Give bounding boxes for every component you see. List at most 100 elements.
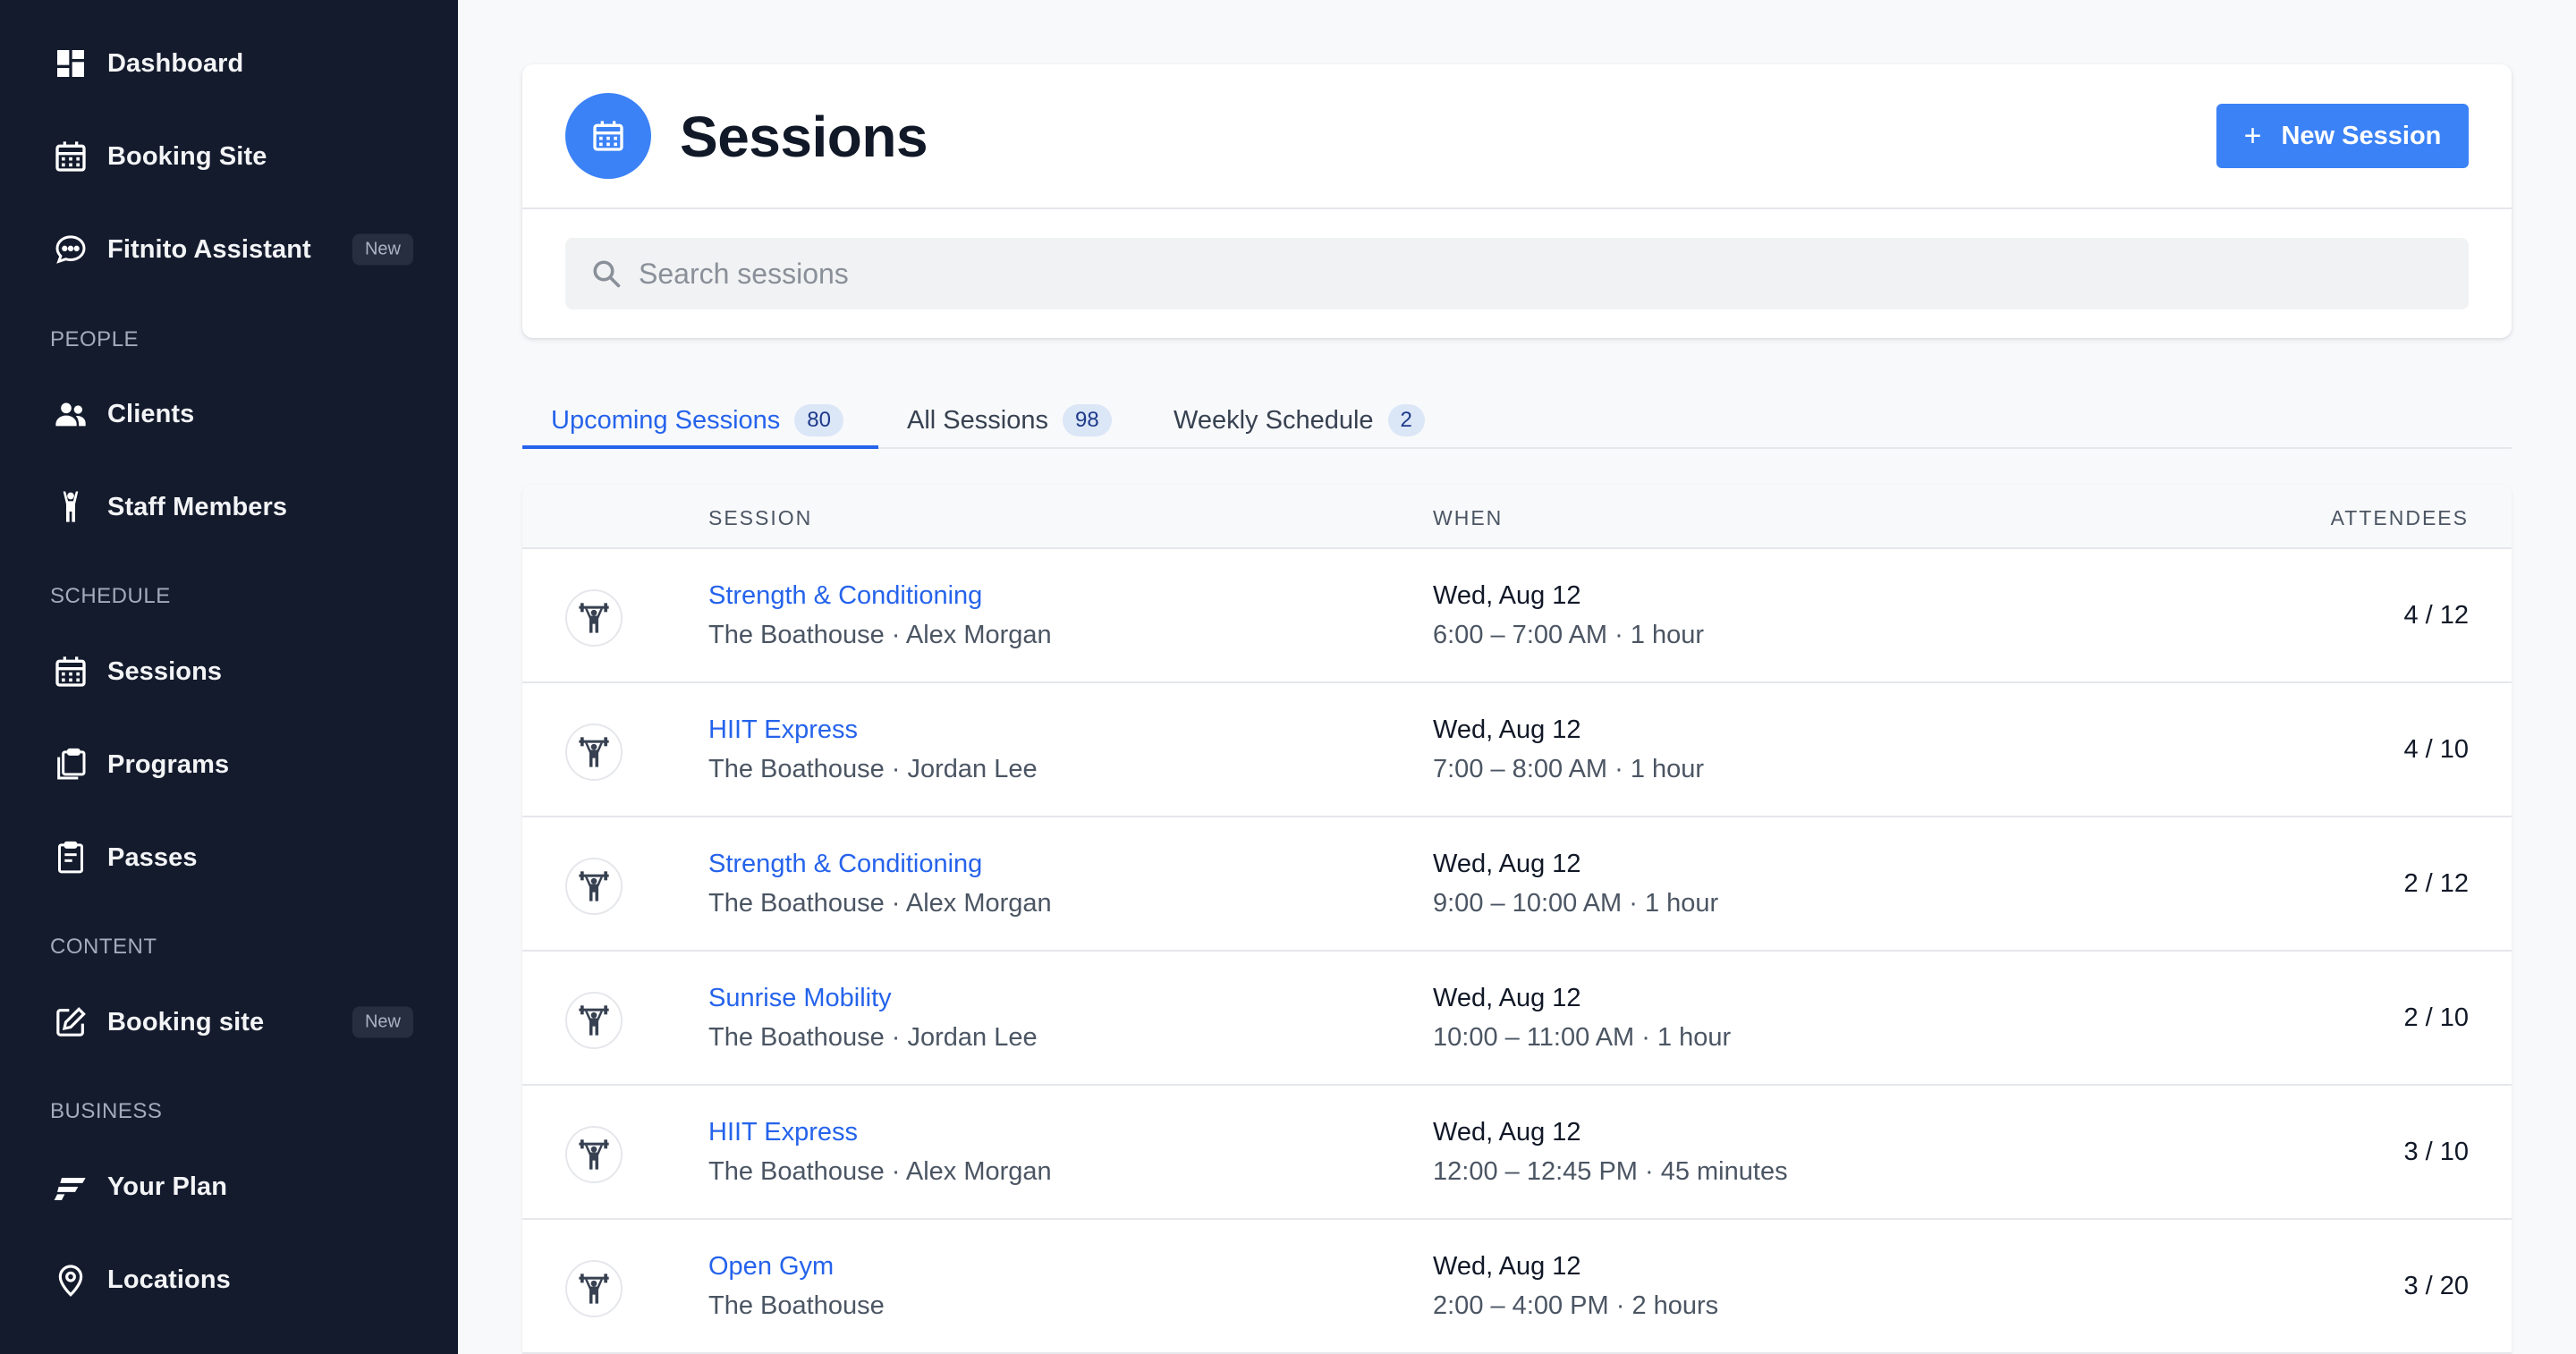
sidebar-item-programs[interactable]: Programs [52, 738, 410, 791]
weightlifter-icon [565, 992, 623, 1049]
sessions-header-card: Sessions + New Session [522, 64, 2512, 338]
search-input[interactable] [639, 257, 2338, 291]
plus-icon: + [2243, 118, 2262, 153]
sidebar-item-sessions[interactable]: Sessions [52, 645, 410, 698]
search-icon [593, 260, 621, 288]
section-title-business: BUSINESS [50, 1099, 163, 1123]
session-attendees: 4 / 10 [2403, 735, 2469, 764]
session-name-link[interactable]: HIIT Express [708, 1118, 858, 1147]
tab-upcoming-sessions[interactable]: Upcoming Sessions 80 [551, 394, 843, 447]
edit-icon [52, 1003, 89, 1041]
sidebar-item-label: Dashboard [107, 48, 244, 78]
column-header-attendees: ATTENDEES [2330, 506, 2469, 529]
session-name-link[interactable]: Sunrise Mobility [708, 984, 892, 1013]
sessions-table: SESSION WHEN ATTENDEES Strength & Condit… [522, 485, 2512, 1354]
session-name-link[interactable]: Strength & Conditioning [708, 581, 982, 611]
clipboard-icon [52, 839, 89, 876]
divider [522, 207, 2512, 209]
table-row[interactable]: Sunrise Mobility The Boathouse · Jordan … [522, 952, 2512, 1086]
session-date: Wed, Aug 12 [1433, 1118, 1581, 1147]
page-title: Sessions [680, 105, 928, 169]
sidebar-item-locations[interactable]: Locations [52, 1253, 410, 1307]
sidebar: Dashboard Booking Site Fitnito Assistant… [0, 0, 458, 1354]
sidebar-item-fitnito-assistant[interactable]: Fitnito Assistant New [52, 223, 413, 276]
table-header: SESSION WHEN ATTENDEES [522, 485, 2512, 549]
session-date: Wed, Aug 12 [1433, 581, 1581, 610]
sidebar-item-label: Passes [107, 842, 198, 872]
session-date: Wed, Aug 12 [1433, 715, 1581, 744]
sidebar-item-staff-members[interactable]: Staff Members [52, 480, 410, 534]
session-attendees: 3 / 20 [2403, 1272, 2469, 1300]
session-location-staff: The Boathouse · Alex Morgan [708, 1157, 1052, 1186]
table-row[interactable]: HIIT Express The Boathouse · Jordan Lee … [522, 683, 2512, 817]
session-name-link[interactable]: HIIT Express [708, 715, 858, 745]
clipboard-stack-icon [52, 746, 89, 783]
sidebar-item-label: Booking site [107, 1007, 265, 1037]
tab-count: 80 [794, 404, 843, 436]
session-date: Wed, Aug 12 [1433, 984, 1581, 1012]
sidebar-item-clients[interactable]: Clients [52, 387, 410, 441]
session-location-staff: The Boathouse · Alex Morgan [708, 889, 1052, 918]
session-attendees: 2 / 10 [2403, 1003, 2469, 1032]
sidebar-item-label: Sessions [107, 656, 223, 686]
new-session-label: New Session [2281, 121, 2442, 150]
sidebar-item-label: Clients [107, 399, 195, 428]
fitnito-logo-icon [52, 1168, 89, 1206]
session-time: 7:00 – 8:00 AM · 1 hour [1433, 755, 1705, 783]
sidebar-item-label: Booking Site [107, 141, 267, 171]
sidebar-item-booking-site[interactable]: Booking Site [52, 130, 410, 183]
active-tab-indicator [522, 445, 878, 449]
session-attendees: 4 / 12 [2403, 601, 2469, 630]
session-name-link[interactable]: Open Gym [708, 1252, 834, 1282]
tab-label: All Sessions [907, 405, 1048, 435]
sidebar-item-your-plan[interactable]: Your Plan [52, 1160, 410, 1214]
session-date: Wed, Aug 12 [1433, 1252, 1581, 1281]
dashboard-icon [52, 45, 89, 82]
sidebar-item-passes[interactable]: Passes [52, 831, 410, 884]
sidebar-item-label: Your Plan [107, 1172, 228, 1201]
sidebar-item-label: Programs [107, 749, 230, 779]
chat-bubble-icon [52, 231, 89, 268]
weightlifter-icon [565, 1126, 623, 1183]
session-name-link[interactable]: Strength & Conditioning [708, 850, 982, 879]
table-row[interactable]: Strength & Conditioning The Boathouse · … [522, 549, 2512, 683]
column-header-session: SESSION [708, 506, 813, 529]
session-attendees: 3 / 10 [2403, 1138, 2469, 1166]
session-time: 6:00 – 7:00 AM · 1 hour [1433, 621, 1705, 649]
new-badge: New [352, 1006, 413, 1038]
column-header-when: WHEN [1433, 506, 1504, 529]
sidebar-item-booking-site-content[interactable]: Booking site New [52, 995, 413, 1049]
search-bar[interactable] [565, 238, 2469, 309]
map-pin-icon [52, 1261, 89, 1299]
session-time: 2:00 – 4:00 PM · 2 hours [1433, 1291, 1719, 1320]
new-badge: New [352, 233, 413, 266]
table-row[interactable]: HIIT Express The Boathouse · Alex Morgan… [522, 1086, 2512, 1220]
session-date: Wed, Aug 12 [1433, 850, 1581, 878]
section-title-content: CONTENT [50, 935, 157, 959]
weightlifter-icon [565, 858, 623, 915]
weightlifter-icon [565, 1260, 623, 1317]
table-row[interactable]: Open Gym The Boathouse Wed, Aug 12 2:00 … [522, 1220, 2512, 1354]
tab-count: 2 [1387, 404, 1425, 436]
tab-label: Upcoming Sessions [551, 405, 781, 435]
person-arms-up-icon [52, 488, 89, 526]
tab-count: 98 [1062, 404, 1112, 436]
weightlifter-icon [565, 724, 623, 781]
calendar-icon [52, 653, 89, 690]
sidebar-item-dashboard[interactable]: Dashboard [52, 37, 410, 90]
new-session-button[interactable]: + New Session [2216, 104, 2469, 168]
tab-label: Weekly Schedule [1174, 405, 1374, 435]
section-title-schedule: SCHEDULE [50, 584, 171, 608]
session-time: 12:00 – 12:45 PM · 45 minutes [1433, 1157, 1788, 1186]
sidebar-item-label: Locations [107, 1265, 231, 1294]
tab-all-sessions[interactable]: All Sessions 98 [907, 394, 1112, 447]
session-location-staff: The Boathouse [708, 1291, 885, 1320]
table-row[interactable]: Strength & Conditioning The Boathouse · … [522, 817, 2512, 952]
calendar-icon [565, 93, 651, 179]
tab-weekly-schedule[interactable]: Weekly Schedule 2 [1174, 394, 1425, 447]
section-title-people: PEOPLE [50, 327, 140, 351]
session-time: 10:00 – 11:00 AM · 1 hour [1433, 1023, 1732, 1052]
session-location-staff: The Boathouse · Alex Morgan [708, 621, 1052, 649]
people-icon [52, 395, 89, 433]
session-location-staff: The Boathouse · Jordan Lee [708, 1023, 1038, 1052]
